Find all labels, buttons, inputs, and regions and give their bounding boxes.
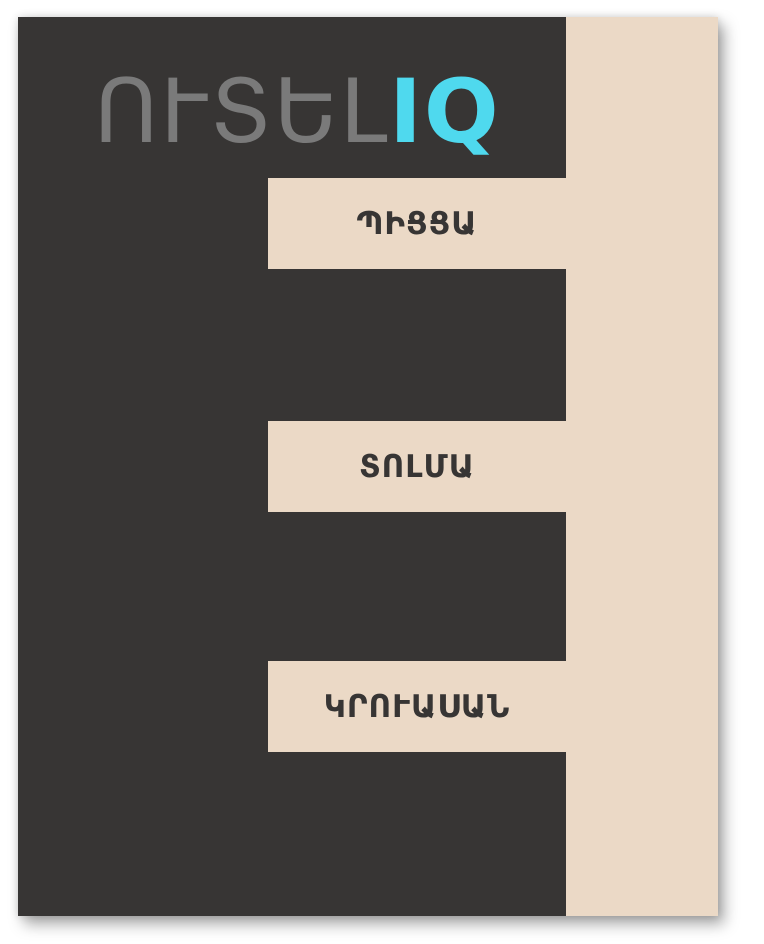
menu-item-pizza[interactable]: ՊԻՑՑԱ xyxy=(268,178,566,269)
menu-item-croissant[interactable]: ԿՐՈՒԱՍԱՆ xyxy=(268,661,566,752)
logo-text: ՈՒՏԵԼ xyxy=(94,60,390,163)
menu-item-label: ՏՈԼՄԱ xyxy=(359,448,475,485)
app-card: ՈՒՏԵԼ IQ ՊԻՑՑԱ ՏՈԼՄԱ ԿՐՈՒԱՍԱՆ xyxy=(18,17,718,916)
app-logo: ՈՒՏԵԼ IQ xyxy=(94,57,501,167)
menu-item-label: ԿՐՈՒԱՍԱՆ xyxy=(323,688,511,725)
menu-item-label: ՊԻՑՑԱ xyxy=(356,205,478,242)
light-side-panel xyxy=(566,17,718,916)
menu-item-dolma[interactable]: ՏՈԼՄԱ xyxy=(268,421,566,512)
logo-accent: IQ xyxy=(389,60,501,163)
